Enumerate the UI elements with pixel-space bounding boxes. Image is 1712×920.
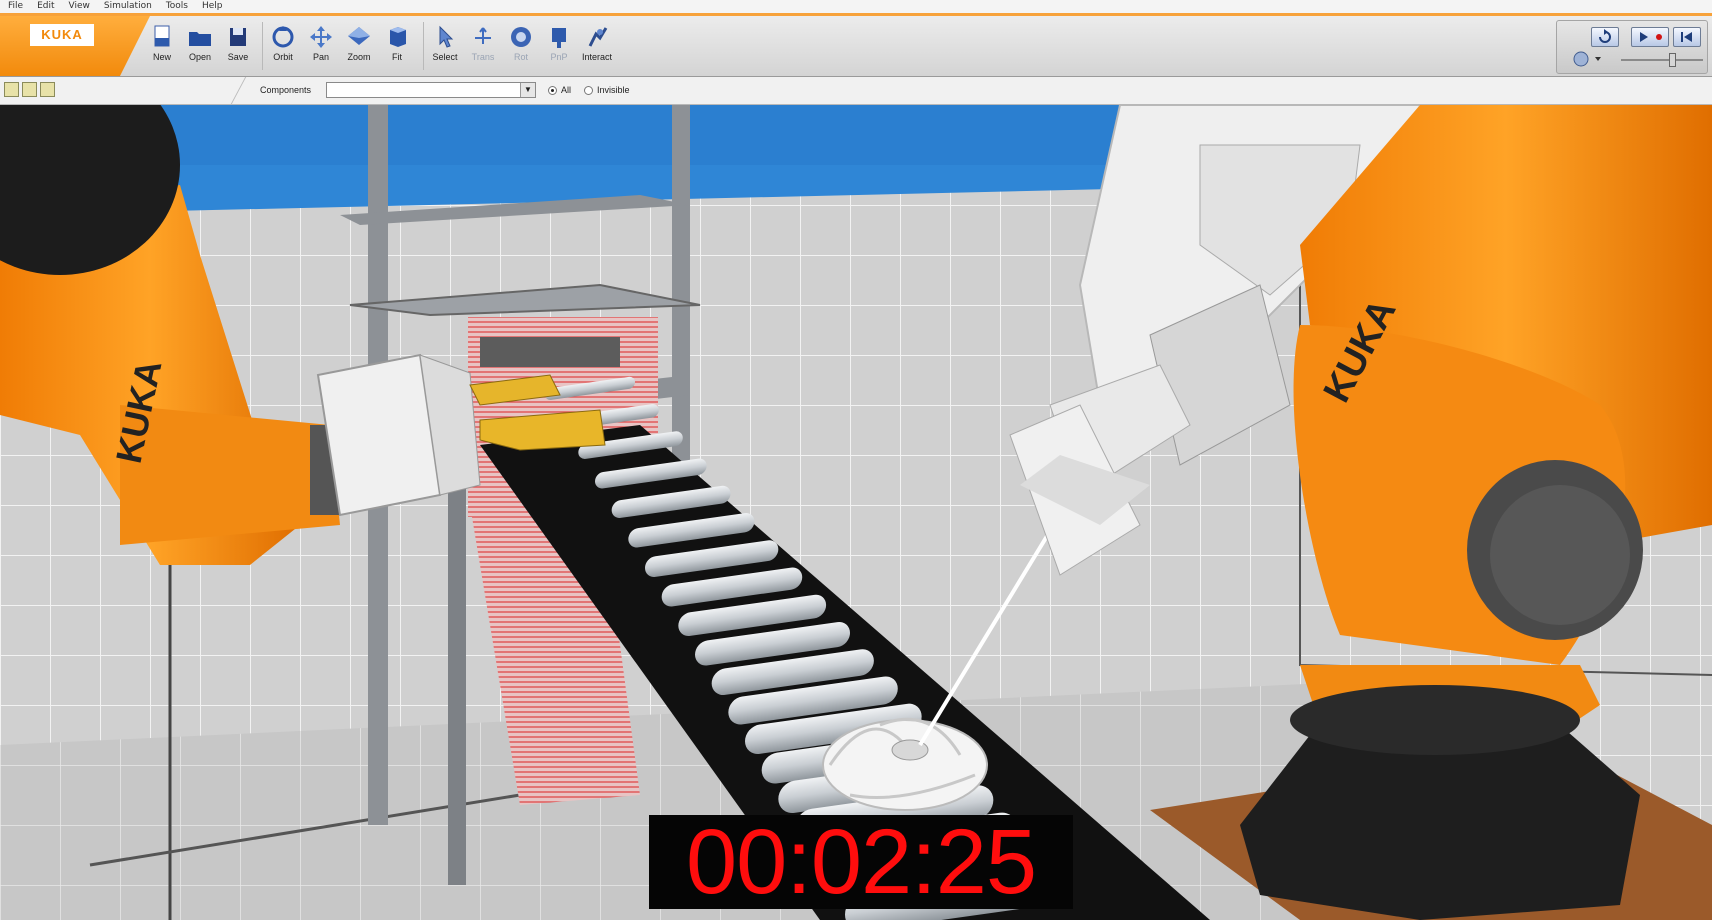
menu-bar: File Edit View Simulation Tools Help: [0, 0, 1712, 13]
simulation-scene: KUKA KUKA: [0, 105, 1712, 920]
trans-button[interactable]: Trans: [464, 20, 502, 74]
orbit-button[interactable]: Orbit: [264, 20, 302, 74]
rotate-icon: [511, 27, 531, 47]
menu-tools[interactable]: Tools: [166, 0, 188, 13]
components-label: Components: [260, 85, 312, 95]
brand-tab: KUKA: [0, 16, 150, 76]
fit-icon: [390, 27, 406, 47]
simulation-controls: [1556, 20, 1708, 74]
interact-button[interactable]: Interact: [578, 20, 616, 74]
pan-button[interactable]: Pan: [302, 20, 340, 74]
bar-divider: [230, 77, 261, 104]
menu-help[interactable]: Help: [202, 0, 223, 13]
kuka-logo: KUKA: [30, 24, 94, 46]
fit-button[interactable]: Fit: [378, 20, 416, 74]
select-cursor-icon: [439, 25, 454, 48]
filter-invisible-label: Invisible: [597, 85, 630, 95]
reset-view-button[interactable]: [1591, 27, 1619, 47]
quick-tool-1-icon[interactable]: [4, 82, 19, 97]
speed-slider-thumb[interactable]: [1669, 53, 1676, 67]
new-button[interactable]: New: [143, 20, 181, 74]
rot-button[interactable]: Rot: [502, 20, 540, 74]
quick-tools: [4, 82, 55, 97]
chevron-down-icon[interactable]: ▼: [520, 83, 535, 97]
interact-icon: [588, 27, 608, 47]
zoom-button[interactable]: Zoom: [340, 20, 378, 74]
speed-slider-track[interactable]: [1621, 59, 1703, 61]
select-button[interactable]: Select: [426, 20, 464, 74]
filter-all-radio[interactable]: [548, 86, 557, 95]
pnp-button[interactable]: PnP: [540, 20, 578, 74]
menu-file[interactable]: File: [8, 0, 23, 13]
toolbar-separator: [262, 22, 263, 70]
menu-edit[interactable]: Edit: [37, 0, 54, 13]
components-bar: Components ▼ All Invisible: [0, 77, 1712, 105]
menu-view[interactable]: View: [69, 0, 90, 13]
new-document-icon: [154, 25, 170, 47]
filter-all-label: All: [561, 85, 572, 95]
skip-back-icon: [1681, 32, 1692, 42]
rewind-button[interactable]: [1673, 27, 1701, 47]
save-disk-icon: [230, 28, 246, 46]
filter-invisible-radio[interactable]: [584, 86, 593, 95]
zoom-icon: [348, 27, 370, 45]
orbit-icon: [272, 26, 294, 48]
components-dropdown[interactable]: ▼: [326, 82, 536, 98]
impeller-workpiece: [822, 717, 988, 811]
quick-tool-pencil-icon[interactable]: [22, 82, 37, 97]
translate-icon: [475, 27, 491, 44]
refresh-icon: [1599, 29, 1611, 43]
elapsed-timer: 00:02:25: [649, 815, 1073, 909]
camera-dropdown-icon[interactable]: [1571, 49, 1607, 69]
save-button[interactable]: Save: [219, 20, 257, 74]
open-folder-icon: [189, 32, 211, 46]
pan-arrows-icon: [310, 26, 332, 48]
open-button[interactable]: Open: [181, 20, 219, 74]
pick-and-place-icon: [552, 28, 566, 48]
toolbar-separator: [423, 22, 424, 70]
3d-viewport[interactable]: KUKA KUKA 00:02:25: [0, 105, 1712, 920]
menu-simulation[interactable]: Simulation: [104, 0, 152, 13]
play-record-button[interactable]: [1631, 27, 1669, 47]
play-icon: [1640, 32, 1662, 42]
quick-tool-3-icon[interactable]: [40, 82, 55, 97]
